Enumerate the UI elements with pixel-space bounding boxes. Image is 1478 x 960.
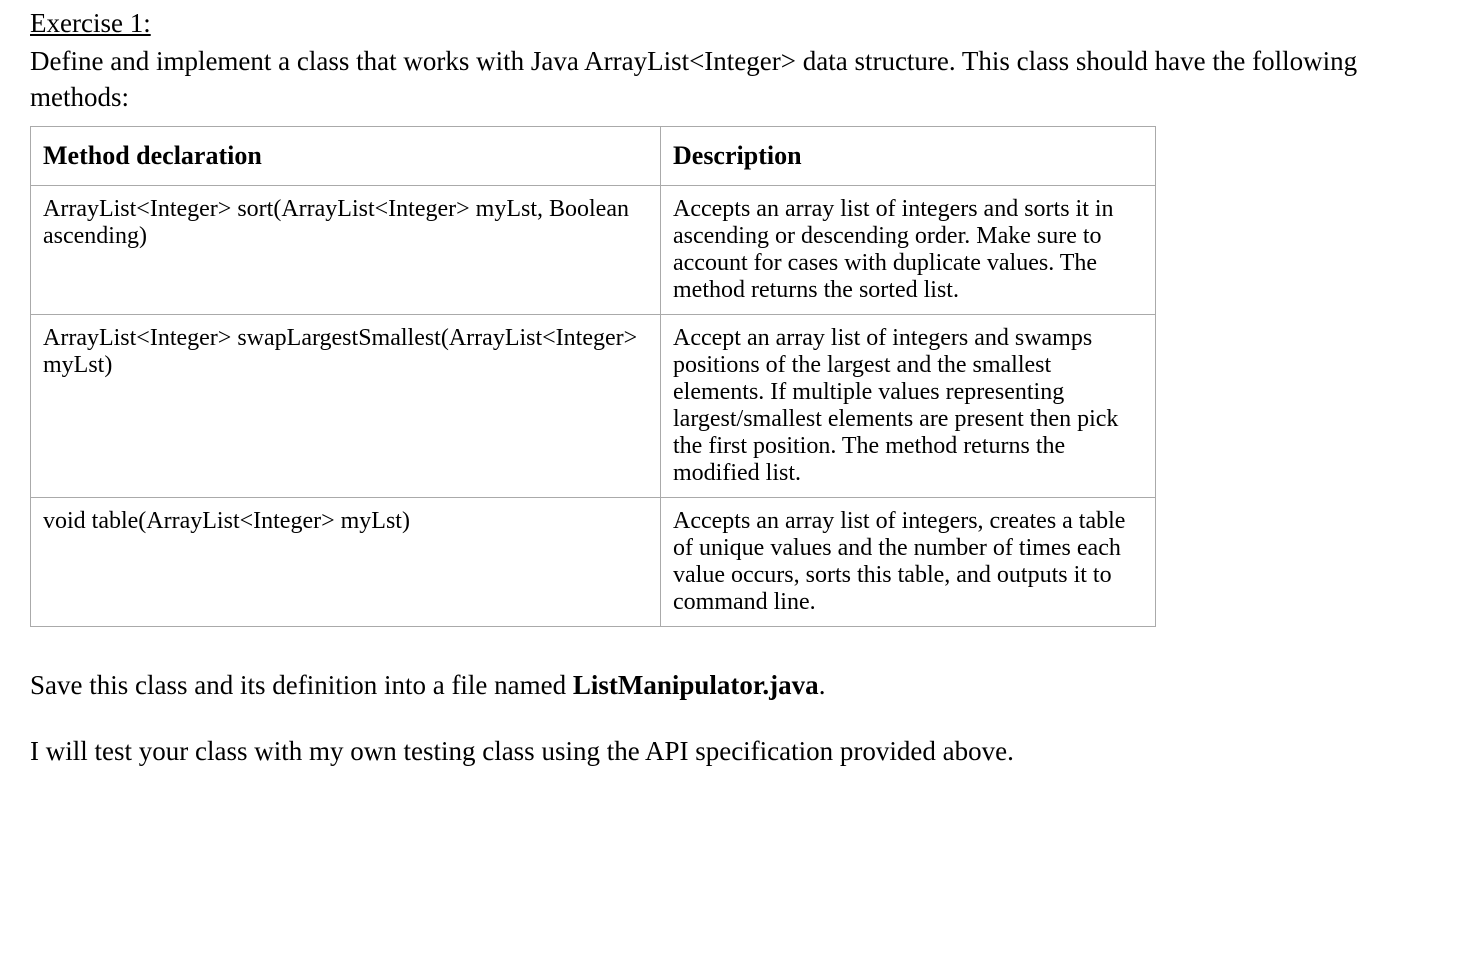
header-description: Description <box>661 126 1156 185</box>
table-row: ArrayList<Integer> swapLargestSmallest(A… <box>31 314 1156 497</box>
exercise-intro: Define and implement a class that works … <box>30 43 1448 116</box>
header-method-declaration: Method declaration <box>31 126 661 185</box>
method-description-cell: Accepts an array list of integers, creat… <box>661 497 1156 626</box>
method-declaration-cell: ArrayList<Integer> sort(ArrayList<Intege… <box>31 185 661 314</box>
save-instruction-prefix: Save this class and its definition into … <box>30 670 573 700</box>
exercise-heading: Exercise 1: <box>30 8 1448 39</box>
table-row: void table(ArrayList<Integer> myLst) Acc… <box>31 497 1156 626</box>
table-header-row: Method declaration Description <box>31 126 1156 185</box>
method-description-cell: Accept an array list of integers and swa… <box>661 314 1156 497</box>
save-instruction: Save this class and its definition into … <box>30 667 1448 703</box>
method-declaration-cell: ArrayList<Integer> swapLargestSmallest(A… <box>31 314 661 497</box>
filename: ListManipulator.java <box>573 670 819 700</box>
save-instruction-suffix: . <box>819 670 826 700</box>
method-description-cell: Accepts an array list of integers and so… <box>661 185 1156 314</box>
method-declaration-cell: void table(ArrayList<Integer> myLst) <box>31 497 661 626</box>
table-row: ArrayList<Integer> sort(ArrayList<Intege… <box>31 185 1156 314</box>
exercise-document: Exercise 1: Define and implement a class… <box>0 0 1478 960</box>
methods-table: Method declaration Description ArrayList… <box>30 126 1156 627</box>
test-note: I will test your class with my own testi… <box>30 733 1448 769</box>
